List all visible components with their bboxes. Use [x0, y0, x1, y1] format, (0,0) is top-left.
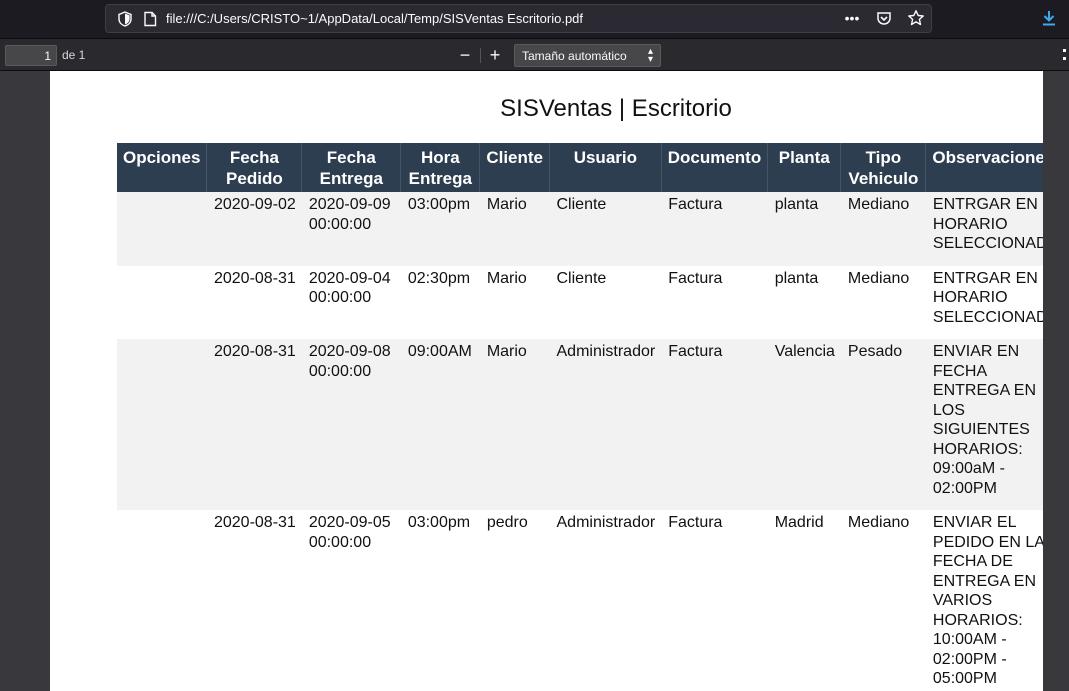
zoom-out-button[interactable]: −: [457, 44, 473, 66]
cell-hora-entrega: 02:30pm: [407, 269, 471, 287]
cell-cliente: pedro: [486, 514, 528, 531]
cell-hora-entrega: 03:00pm: [407, 514, 471, 531]
cell-text: 2020-09-04 00:00:00: [308, 269, 391, 307]
cell-fecha-entrega: 2020-09-09 00:00:00: [301, 192, 401, 266]
cell-tipo-vehiculo: Mediano: [847, 514, 910, 531]
page-icon: [144, 11, 157, 27]
cell-opciones: [117, 266, 207, 340]
col-tipo-vehiculo: Tipo Vehiculo: [840, 143, 927, 192]
col-opciones: Opciones: [117, 143, 208, 192]
cell-usuario: Administrador: [549, 339, 662, 510]
shield-icon[interactable]: [116, 10, 134, 28]
zoom-select-value: Tamaño automático: [522, 49, 627, 63]
cell-documento: Factura: [661, 192, 768, 266]
chevron-updown-icon: ▴ ▾: [647, 46, 653, 65]
browser-toolbar: file:///C:/Users/CRISTO~1/AppData/Local/…: [0, 0, 1069, 38]
pdf-toolbar: 1 de 1 − + Tamaño automático ▴ ▾: [0, 38, 1069, 71]
cell-planta: planta: [774, 269, 819, 287]
cell-opciones: [117, 192, 207, 266]
cell-observaciones: ENTRGAR EN HORARIO SELECCIONADO: [925, 192, 1043, 266]
toolbar-overflow-icon[interactable]: [1062, 48, 1069, 63]
cell-text: 2020-09-09 00:00:00: [308, 196, 391, 233]
cell-fecha-pedido: 2020-09-02: [206, 192, 302, 266]
header-label: Tipo Vehiculo: [848, 148, 919, 188]
cell-fecha-entrega: 2020-09-04 00:00:00: [302, 266, 401, 340]
cell-tipo-vehiculo: Pesado: [840, 339, 926, 510]
cell-text: 2020-09-05 00:00:00: [308, 514, 391, 551]
url-text[interactable]: file:///C:/Users/CRISTO~1/AppData/Local/…: [166, 11, 583, 26]
pdf-viewer[interactable]: SISVentas | Escritorio Opciones Fecha Pe…: [0, 71, 1069, 691]
cell-opciones: [117, 510, 207, 691]
cell-observaciones: ENTRGAR EN HORARIO SELECCIONADO: [932, 269, 1043, 326]
pocket-icon[interactable]: [875, 9, 893, 27]
cell-planta: Madrid: [774, 514, 824, 531]
bookmark-star-icon[interactable]: [907, 9, 925, 27]
cell-hora-entrega: 09:00AM: [400, 339, 480, 510]
table-row: 2020-08-31 2020-09-08 00:00:00 09:00AM M…: [117, 339, 1043, 510]
toolbar-divider: [480, 48, 481, 63]
col-observaciones: Observaciones: [925, 143, 1043, 192]
col-fecha-pedido: Fecha Pedido: [206, 143, 303, 192]
col-usuario: Usuario: [549, 143, 662, 192]
more-icon[interactable]: •••: [843, 9, 861, 27]
cell-tipo-vehiculo: Mediano: [847, 269, 910, 287]
cell-tipo-vehiculo: Mediano: [840, 192, 926, 266]
cell-fecha-pedido: 2020-08-31: [213, 269, 296, 287]
cell-documento: Factura: [668, 514, 723, 531]
cell-fecha-entrega: 2020-09-05 00:00:00: [302, 510, 401, 691]
cell-cliente: Mario: [479, 339, 550, 510]
page-title: SISVentas | Escritorio: [500, 95, 732, 122]
table-row: 2020-08-31 2020-09-04 00:00:00 02:30pm M…: [117, 266, 1043, 340]
table-row: 2020-09-02 2020-09-09 00:00:00 03:00pm M…: [117, 192, 1043, 266]
cell-planta: Valencia: [767, 339, 841, 510]
cell-text: 2020-09-08 00:00:00: [308, 343, 391, 380]
cell-usuario: Administrador: [556, 514, 656, 531]
cell-observaciones: ENVIAR EN FECHA ENTREGA EN LOS SIGUIENTE…: [925, 339, 1043, 510]
header-label: Hora Entrega: [408, 148, 472, 188]
cell-cliente: Mario: [479, 192, 550, 266]
pdf-page: SISVentas | Escritorio Opciones Fecha Pe…: [50, 71, 1043, 691]
header-label: Fecha Entrega: [319, 148, 383, 188]
header-label: Fecha Pedido: [226, 148, 283, 188]
col-fecha-entrega: Fecha Entrega: [301, 143, 402, 192]
table-row: 2020-08-31 2020-09-05 00:00:00 03:00pm p…: [117, 510, 1043, 691]
cell-usuario: Cliente: [556, 269, 607, 287]
col-cliente: Cliente: [479, 143, 550, 192]
cell-opciones: [117, 339, 207, 510]
cell-planta: planta: [767, 192, 841, 266]
cell-cliente: Mario: [486, 269, 527, 287]
zoom-in-button[interactable]: +: [487, 44, 503, 66]
cell-fecha-pedido: 2020-08-31: [213, 514, 296, 531]
cell-hora-entrega: 03:00pm: [400, 192, 480, 266]
zoom-select[interactable]: Tamaño automático ▴ ▾: [514, 44, 661, 67]
cell-fecha-pedido: 2020-08-31: [206, 339, 302, 510]
cell-observaciones: ENVIAR EL PEDIDO EN LA FECHA DE ENTREGA …: [932, 514, 1043, 687]
cell-fecha-entrega: 2020-09-08 00:00:00: [301, 339, 401, 510]
download-icon[interactable]: [1040, 9, 1058, 27]
col-documento: Documento: [661, 143, 769, 192]
orders-table: Opciones Fecha Pedido Fecha Entrega Hora…: [117, 143, 1043, 691]
col-hora-entrega: Hora Entrega: [400, 143, 481, 192]
cell-documento: Factura: [668, 269, 723, 287]
table-header-row: Opciones Fecha Pedido Fecha Entrega Hora…: [117, 143, 1043, 192]
page-number-input[interactable]: 1: [5, 45, 57, 66]
col-planta: Planta: [767, 143, 842, 192]
url-bar[interactable]: file:///C:/Users/CRISTO~1/AppData/Local/…: [105, 4, 932, 33]
cell-documento: Factura: [661, 339, 768, 510]
cell-usuario: Cliente: [549, 192, 662, 266]
page-total: de 1: [62, 48, 86, 62]
